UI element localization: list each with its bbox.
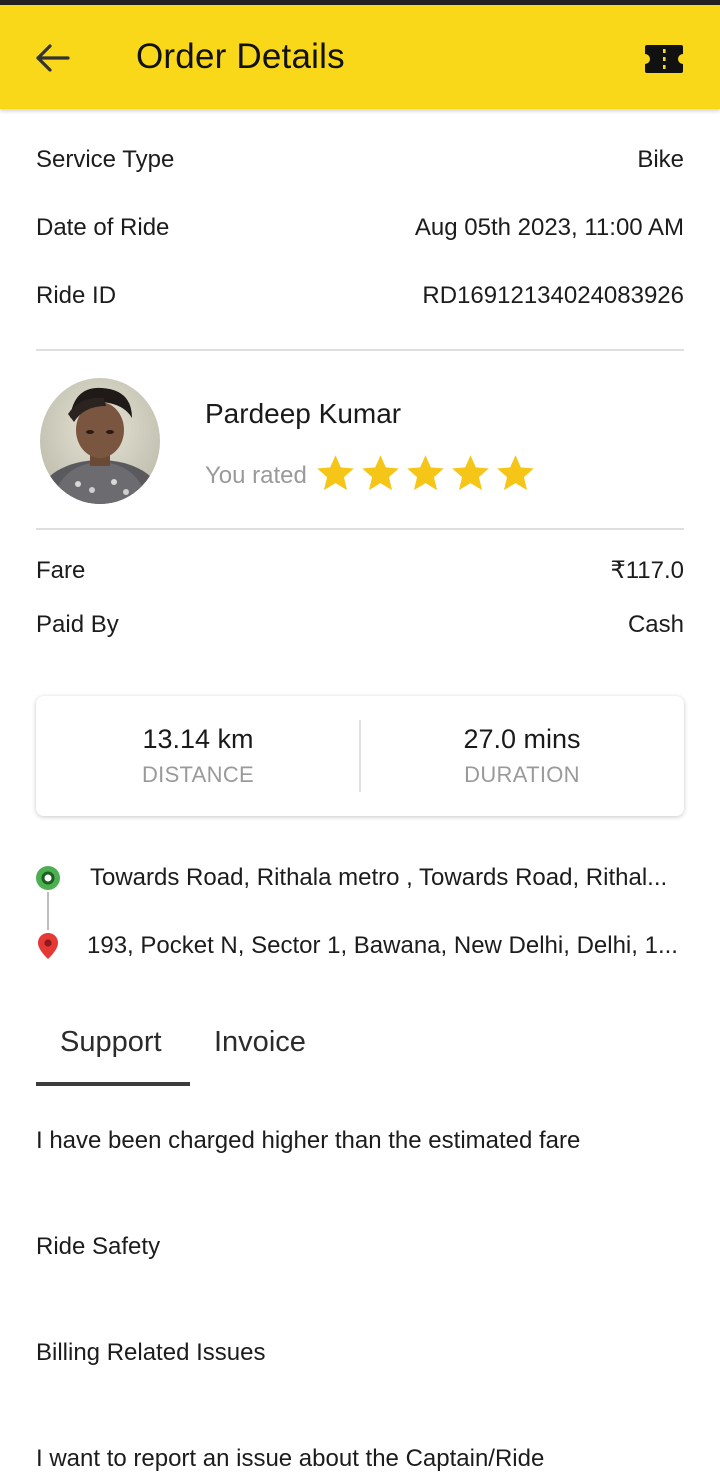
fare-value: ₹117.0 [610, 557, 684, 584]
star-icon [497, 455, 534, 491]
ride-id-value: RD16912134024083926 [422, 282, 684, 309]
date-of-ride-label: Date of Ride [36, 214, 170, 241]
star-icon [407, 455, 444, 491]
date-of-ride-value: Aug 05th 2023, 11:00 AM [414, 214, 684, 241]
distance-stat: 13.14 km DISTANCE [36, 696, 360, 816]
distance-label: DISTANCE [141, 762, 254, 787]
divider [36, 528, 684, 530]
star-icon [317, 455, 354, 491]
service-type-value: Bike [637, 146, 684, 173]
ticket-button[interactable] [638, 37, 690, 81]
captain-name: Pardeep Kumar [205, 398, 402, 429]
ticket-icon [645, 45, 683, 73]
arrow-left-icon [36, 44, 70, 72]
paid-by-row: Paid By Cash [36, 611, 684, 639]
pickup-dot-icon [36, 866, 60, 890]
pickup-address: Towards Road, Rithala metro , Towards Ro… [90, 864, 668, 891]
service-type-row: Service Type Bike [36, 146, 684, 174]
support-issue-item[interactable]: Ride Safety [36, 1233, 684, 1261]
divider [36, 349, 684, 351]
fare-label: Fare [36, 556, 86, 584]
route-connector-line [47, 892, 49, 930]
captain-avatar [40, 378, 160, 504]
distance-value: 13.14 km [142, 724, 254, 754]
drop-pin-icon [38, 933, 58, 959]
date-of-ride-row: Date of Ride Aug 05th 2023, 11:00 AM [36, 214, 684, 242]
fare-row: Fare ₹117.0 [36, 556, 684, 585]
active-tab-indicator [36, 1082, 190, 1086]
tab-bar: Support Invoice [36, 1018, 684, 1088]
duration-stat: 27.0 mins DURATION [360, 696, 684, 816]
ride-id-label: Ride ID [36, 282, 117, 309]
rated-label: You rated [205, 462, 307, 489]
support-issue-item[interactable]: I have been charged higher than the esti… [36, 1127, 684, 1155]
drop-address: 193, Pocket N, Sector 1, Bawana, New Del… [87, 932, 678, 959]
paid-by-value: Cash [627, 611, 684, 638]
tab-support[interactable]: Support [60, 1026, 162, 1059]
rating-stars [313, 452, 538, 496]
service-type-label: Service Type [36, 146, 175, 173]
duration-label: DURATION [464, 762, 580, 787]
page-title: Order Details [136, 37, 345, 76]
support-issue-item[interactable]: I want to report an issue about the Capt… [36, 1445, 684, 1473]
app-bar: Order Details [0, 5, 720, 109]
ride-stats-card: 13.14 km DISTANCE 27.0 mins DURATION [36, 696, 684, 816]
star-icon [452, 455, 489, 491]
ride-id-row: Ride ID RD16912134024083926 [36, 282, 684, 310]
support-issue-item[interactable]: Billing Related Issues [36, 1339, 684, 1367]
avatar-photo [40, 378, 160, 504]
back-button[interactable] [22, 33, 82, 83]
duration-value: 27.0 mins [463, 724, 581, 754]
star-icon [362, 455, 399, 491]
tab-invoice[interactable]: Invoice [214, 1026, 306, 1059]
paid-by-label: Paid By [36, 611, 119, 638]
